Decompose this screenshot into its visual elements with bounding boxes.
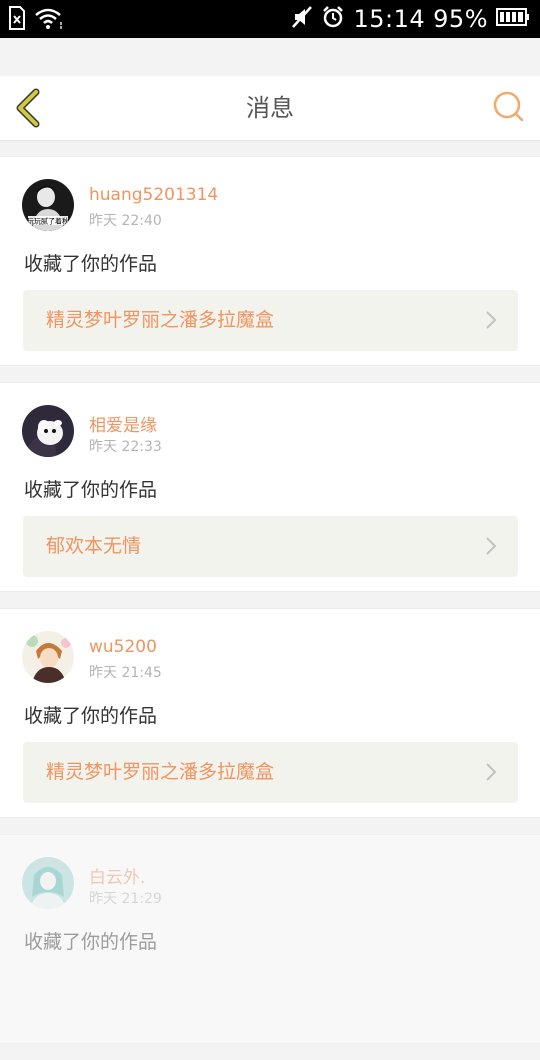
work-title: 郁欢本无情 [46, 535, 142, 557]
chevron-right-icon [486, 311, 497, 329]
search-button[interactable] [492, 90, 526, 124]
username[interactable]: 白云外. [89, 863, 145, 888]
page-title: 消息 [246, 94, 294, 122]
sim-card-icon [8, 6, 26, 34]
username[interactable]: 相爱是缘 [89, 411, 157, 436]
battery-percent: 95% [433, 5, 488, 33]
work-title: 精灵梦叶罗丽之潘多拉魔盒 [46, 761, 275, 783]
action-text: 收藏了你的作品 [24, 705, 158, 727]
timestamp: 昨天 21:45 [89, 665, 162, 681]
mute-icon [291, 5, 313, 33]
username[interactable]: wu5200 [89, 637, 157, 657]
message-card: wu5200 昨天 21:45 收藏了你的作品 精灵梦叶罗丽之潘多拉魔盒 [0, 608, 540, 818]
alarm-icon [321, 5, 345, 33]
search-icon [493, 91, 524, 122]
status-time: 15:14 [353, 5, 426, 33]
action-text: 收藏了你的作品 [24, 253, 158, 275]
top-spacer [0, 38, 540, 76]
work-link[interactable]: 精灵梦叶罗丽之潘多拉魔盒 [23, 290, 518, 351]
message-card: 白云外. 昨天 21:29 收藏了你的作品 [0, 834, 540, 1044]
message-card: 玩玩腻了着秋 huang5201314 昨天 22:40 收藏了你的作品 精灵梦… [0, 156, 540, 366]
battery-icon [496, 7, 530, 31]
nav-header: 消息 [0, 76, 540, 141]
work-link[interactable]: 精灵梦叶罗丽之潘多拉魔盒 [23, 742, 518, 803]
back-button[interactable] [14, 88, 46, 128]
avatar[interactable] [22, 857, 74, 909]
work-link[interactable]: 郁欢本无情 [23, 516, 518, 577]
wifi-icon [34, 6, 66, 34]
avatar[interactable] [22, 631, 74, 683]
avatar-caption: 玩玩腻了着秋 [27, 217, 69, 226]
message-list: 玩玩腻了着秋 huang5201314 昨天 22:40 收藏了你的作品 精灵梦… [0, 156, 540, 1060]
chevron-left-icon [16, 88, 40, 128]
avatar[interactable] [22, 405, 74, 457]
timestamp: 昨天 22:40 [89, 213, 162, 229]
status-bar: 15:14 95% [0, 0, 540, 38]
timestamp: 昨天 22:33 [89, 439, 162, 455]
avatar[interactable]: 玩玩腻了着秋 [22, 179, 74, 231]
status-left [8, 6, 66, 34]
timestamp: 昨天 21:29 [89, 891, 162, 907]
action-text: 收藏了你的作品 [24, 479, 158, 501]
action-text: 收藏了你的作品 [24, 931, 158, 953]
username[interactable]: huang5201314 [89, 185, 218, 205]
work-title: 精灵梦叶罗丽之潘多拉魔盒 [46, 309, 275, 331]
chevron-right-icon [486, 537, 497, 555]
status-right: 15:14 95% [291, 4, 530, 34]
chevron-right-icon [486, 763, 497, 781]
message-card: 相爱是缘 昨天 22:33 收藏了你的作品 郁欢本无情 [0, 382, 540, 592]
